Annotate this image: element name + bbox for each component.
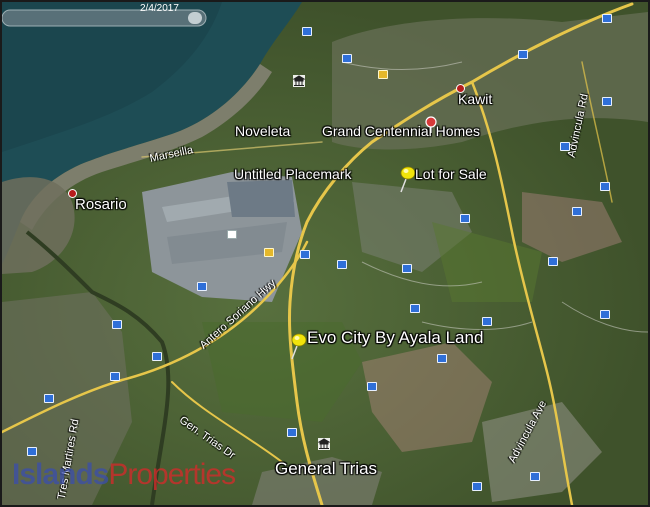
place-kawit[interactable]: Kawit: [458, 92, 492, 106]
poi-icon[interactable]: [337, 260, 347, 269]
imagery-date: 2/4/2017: [140, 3, 179, 14]
poi-icon[interactable]: [410, 304, 420, 313]
poi-icon[interactable]: [472, 482, 482, 491]
poi-icon[interactable]: [227, 230, 237, 239]
poi-icon[interactable]: [482, 317, 492, 326]
watermark-part1: Islands: [12, 458, 109, 491]
placemark-grand-centennial[interactable]: Grand Centennial Homes: [322, 124, 480, 138]
poi-icon[interactable]: [600, 182, 610, 191]
landmark-icon[interactable]: [293, 75, 305, 87]
watermark-part2: Properties: [108, 458, 236, 491]
poi-icon[interactable]: [602, 97, 612, 106]
poi-icon[interactable]: [152, 352, 162, 361]
place-general-trias[interactable]: General Trias: [275, 460, 377, 477]
place-noveleta[interactable]: Noveleta: [235, 124, 290, 138]
poi-icon[interactable]: [460, 214, 470, 223]
poi-icon[interactable]: [112, 320, 122, 329]
poi-icon[interactable]: [560, 142, 570, 151]
watermark-logo: IslandsProperties: [12, 458, 236, 492]
poi-icon[interactable]: [548, 257, 558, 266]
poi-icon[interactable]: [530, 472, 540, 481]
poi-icon[interactable]: [197, 282, 207, 291]
satellite-map[interactable]: 2/4/2017 Kawit Noveleta Rosario General …: [0, 0, 650, 507]
placemark-lot-for-sale[interactable]: Lot for Sale: [415, 167, 487, 181]
red-placemark-icon[interactable]: [424, 116, 438, 134]
poi-icon[interactable]: [264, 248, 274, 257]
imagery-date-bar[interactable]: 2/4/2017: [2, 2, 208, 30]
poi-icon[interactable]: [572, 207, 582, 216]
poi-icon[interactable]: [378, 70, 388, 79]
poi-icon[interactable]: [600, 310, 610, 319]
poi-icon[interactable]: [44, 394, 54, 403]
poi-icon[interactable]: [342, 54, 352, 63]
poi-icon[interactable]: [402, 264, 412, 273]
placemark-evo-city[interactable]: Evo City By Ayala Land: [307, 329, 483, 346]
landmark-icon[interactable]: [318, 438, 330, 450]
poi-icon[interactable]: [302, 27, 312, 36]
poi-icon[interactable]: [437, 354, 447, 363]
poi-icon[interactable]: [367, 382, 377, 391]
yellow-pushpin-icon[interactable]: [398, 165, 416, 193]
poi-icon[interactable]: [602, 14, 612, 23]
poi-icon[interactable]: [518, 50, 528, 59]
poi-icon[interactable]: [300, 250, 310, 259]
placemark-untitled[interactable]: Untitled Placemark: [234, 167, 352, 181]
poi-icon[interactable]: [27, 447, 37, 456]
poi-icon[interactable]: [110, 372, 120, 381]
place-rosario[interactable]: Rosario: [75, 197, 127, 212]
poi-icon[interactable]: [287, 428, 297, 437]
yellow-pushpin-icon[interactable]: [289, 332, 307, 360]
terrain-layer: [2, 2, 648, 505]
